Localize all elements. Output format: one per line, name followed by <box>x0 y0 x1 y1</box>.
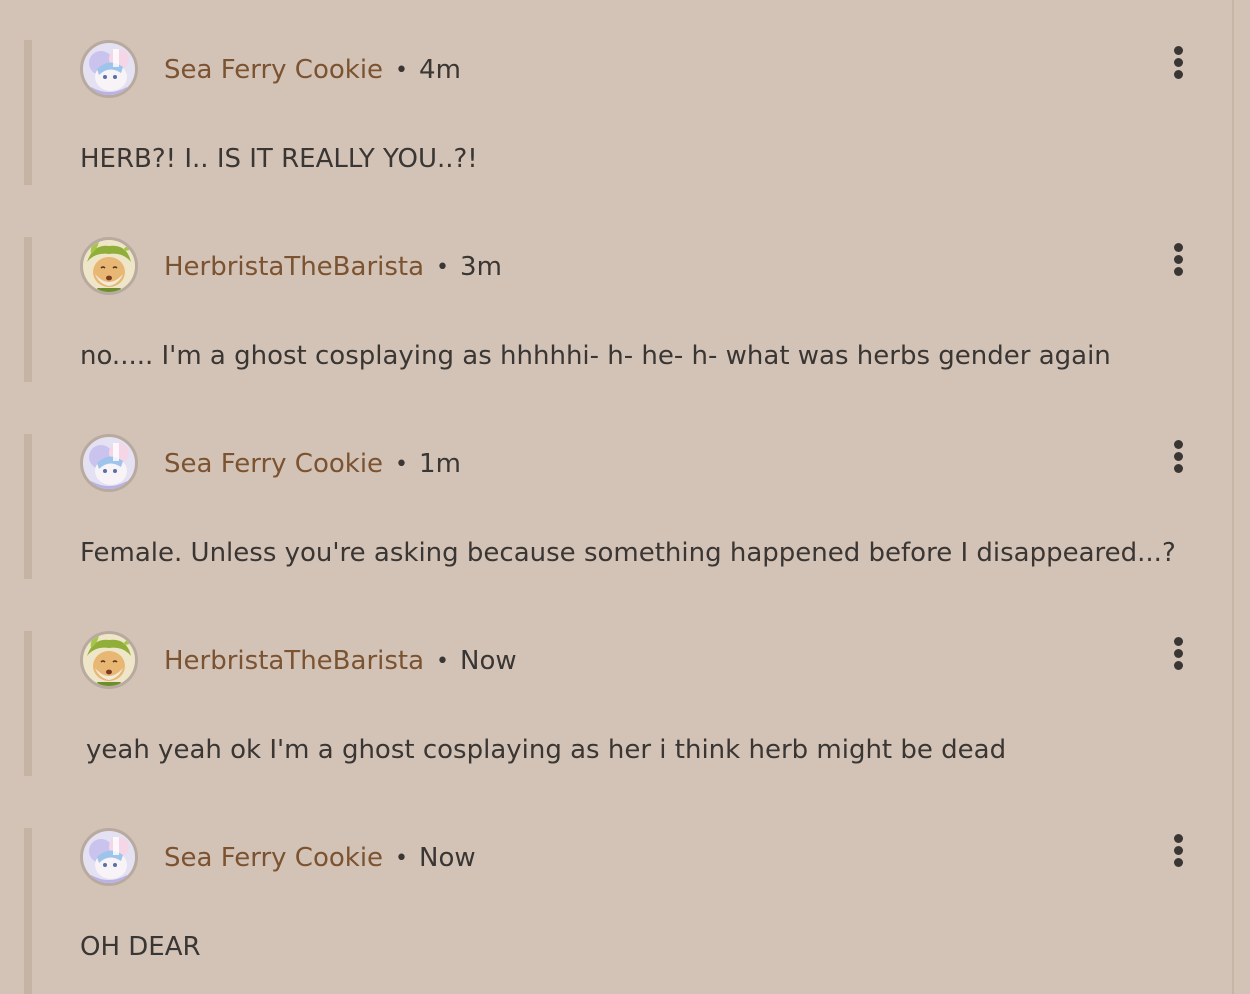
timestamp: 3m <box>460 252 502 282</box>
kebab-dot <box>1174 637 1183 646</box>
comment-header: Sea Ferry Cookie • 1m <box>164 446 461 482</box>
comment-header: HerbristaTheBarista • 3m <box>164 249 502 285</box>
sea-ferry-cookie-avatar-icon <box>83 437 135 489</box>
avatar[interactable] <box>80 828 138 886</box>
thread-line <box>24 434 32 579</box>
timestamp: Now <box>419 843 476 873</box>
comment: Sea Ferry Cookie • Now OH DEAR <box>24 828 1224 994</box>
kebab-dot <box>1174 834 1183 843</box>
author-name[interactable]: HerbristaTheBarista <box>164 646 424 676</box>
author-name[interactable]: Sea Ferry Cookie <box>164 843 383 873</box>
author-name[interactable]: HerbristaTheBarista <box>164 252 424 282</box>
kebab-dot <box>1174 243 1183 252</box>
kebab-dot <box>1174 858 1183 867</box>
comment-text: yeah yeah ok I'm a ghost cosplaying as h… <box>86 735 1007 765</box>
author-name[interactable]: Sea Ferry Cookie <box>164 449 383 479</box>
timestamp: 1m <box>419 449 461 479</box>
comment: Sea Ferry Cookie • 4m HERB?! I.. IS IT R… <box>24 40 1224 185</box>
thread-line <box>24 631 32 776</box>
comment-text: HERB?! I.. IS IT REALLY YOU..?! <box>80 144 478 174</box>
author-name[interactable]: Sea Ferry Cookie <box>164 55 383 85</box>
thread-line <box>24 828 32 994</box>
herb-cookie-avatar-icon <box>83 634 135 686</box>
comment: HerbristaTheBarista • 3m no..... I'm a g… <box>24 237 1224 382</box>
more-options-button[interactable] <box>1166 44 1190 84</box>
kebab-dot <box>1174 649 1183 658</box>
kebab-dot <box>1174 46 1183 55</box>
kebab-dot <box>1174 452 1183 461</box>
separator-dot: • <box>436 254 450 280</box>
more-options-button[interactable] <box>1166 635 1190 675</box>
comment-text: Female. Unless you're asking because som… <box>80 538 1176 568</box>
comment-text: OH DEAR <box>80 932 201 962</box>
panel-divider <box>1232 0 1234 994</box>
herb-cookie-avatar-icon <box>83 240 135 292</box>
more-options-button[interactable] <box>1166 832 1190 872</box>
comment-text: no..... I'm a ghost cosplaying as hhhhhi… <box>80 341 1111 371</box>
comment-thread: Sea Ferry Cookie • 4m HERB?! I.. IS IT R… <box>0 0 1232 994</box>
comment: HerbristaTheBarista • Now yeah yeah ok I… <box>24 631 1224 776</box>
comment-header: Sea Ferry Cookie • Now <box>164 840 476 876</box>
thread-line <box>24 40 32 185</box>
sea-ferry-cookie-avatar-icon <box>83 43 135 95</box>
kebab-dot <box>1174 846 1183 855</box>
comment-header: HerbristaTheBarista • Now <box>164 643 517 679</box>
kebab-dot <box>1174 70 1183 79</box>
timestamp: Now <box>460 646 517 676</box>
separator-dot: • <box>395 845 409 871</box>
sea-ferry-cookie-avatar-icon <box>83 831 135 883</box>
avatar[interactable] <box>80 237 138 295</box>
more-options-button[interactable] <box>1166 241 1190 281</box>
kebab-dot <box>1174 58 1183 67</box>
kebab-dot <box>1174 267 1183 276</box>
separator-dot: • <box>436 648 450 674</box>
comment: Sea Ferry Cookie • 1m Female. Unless you… <box>24 434 1224 579</box>
timestamp: 4m <box>419 55 461 85</box>
kebab-dot <box>1174 464 1183 473</box>
kebab-dot <box>1174 440 1183 449</box>
thread-line <box>24 237 32 382</box>
separator-dot: • <box>395 57 409 83</box>
avatar[interactable] <box>80 631 138 689</box>
comment-header: Sea Ferry Cookie • 4m <box>164 52 461 88</box>
avatar[interactable] <box>80 40 138 98</box>
avatar[interactable] <box>80 434 138 492</box>
separator-dot: • <box>395 451 409 477</box>
kebab-dot <box>1174 661 1183 670</box>
kebab-dot <box>1174 255 1183 264</box>
more-options-button[interactable] <box>1166 438 1190 478</box>
